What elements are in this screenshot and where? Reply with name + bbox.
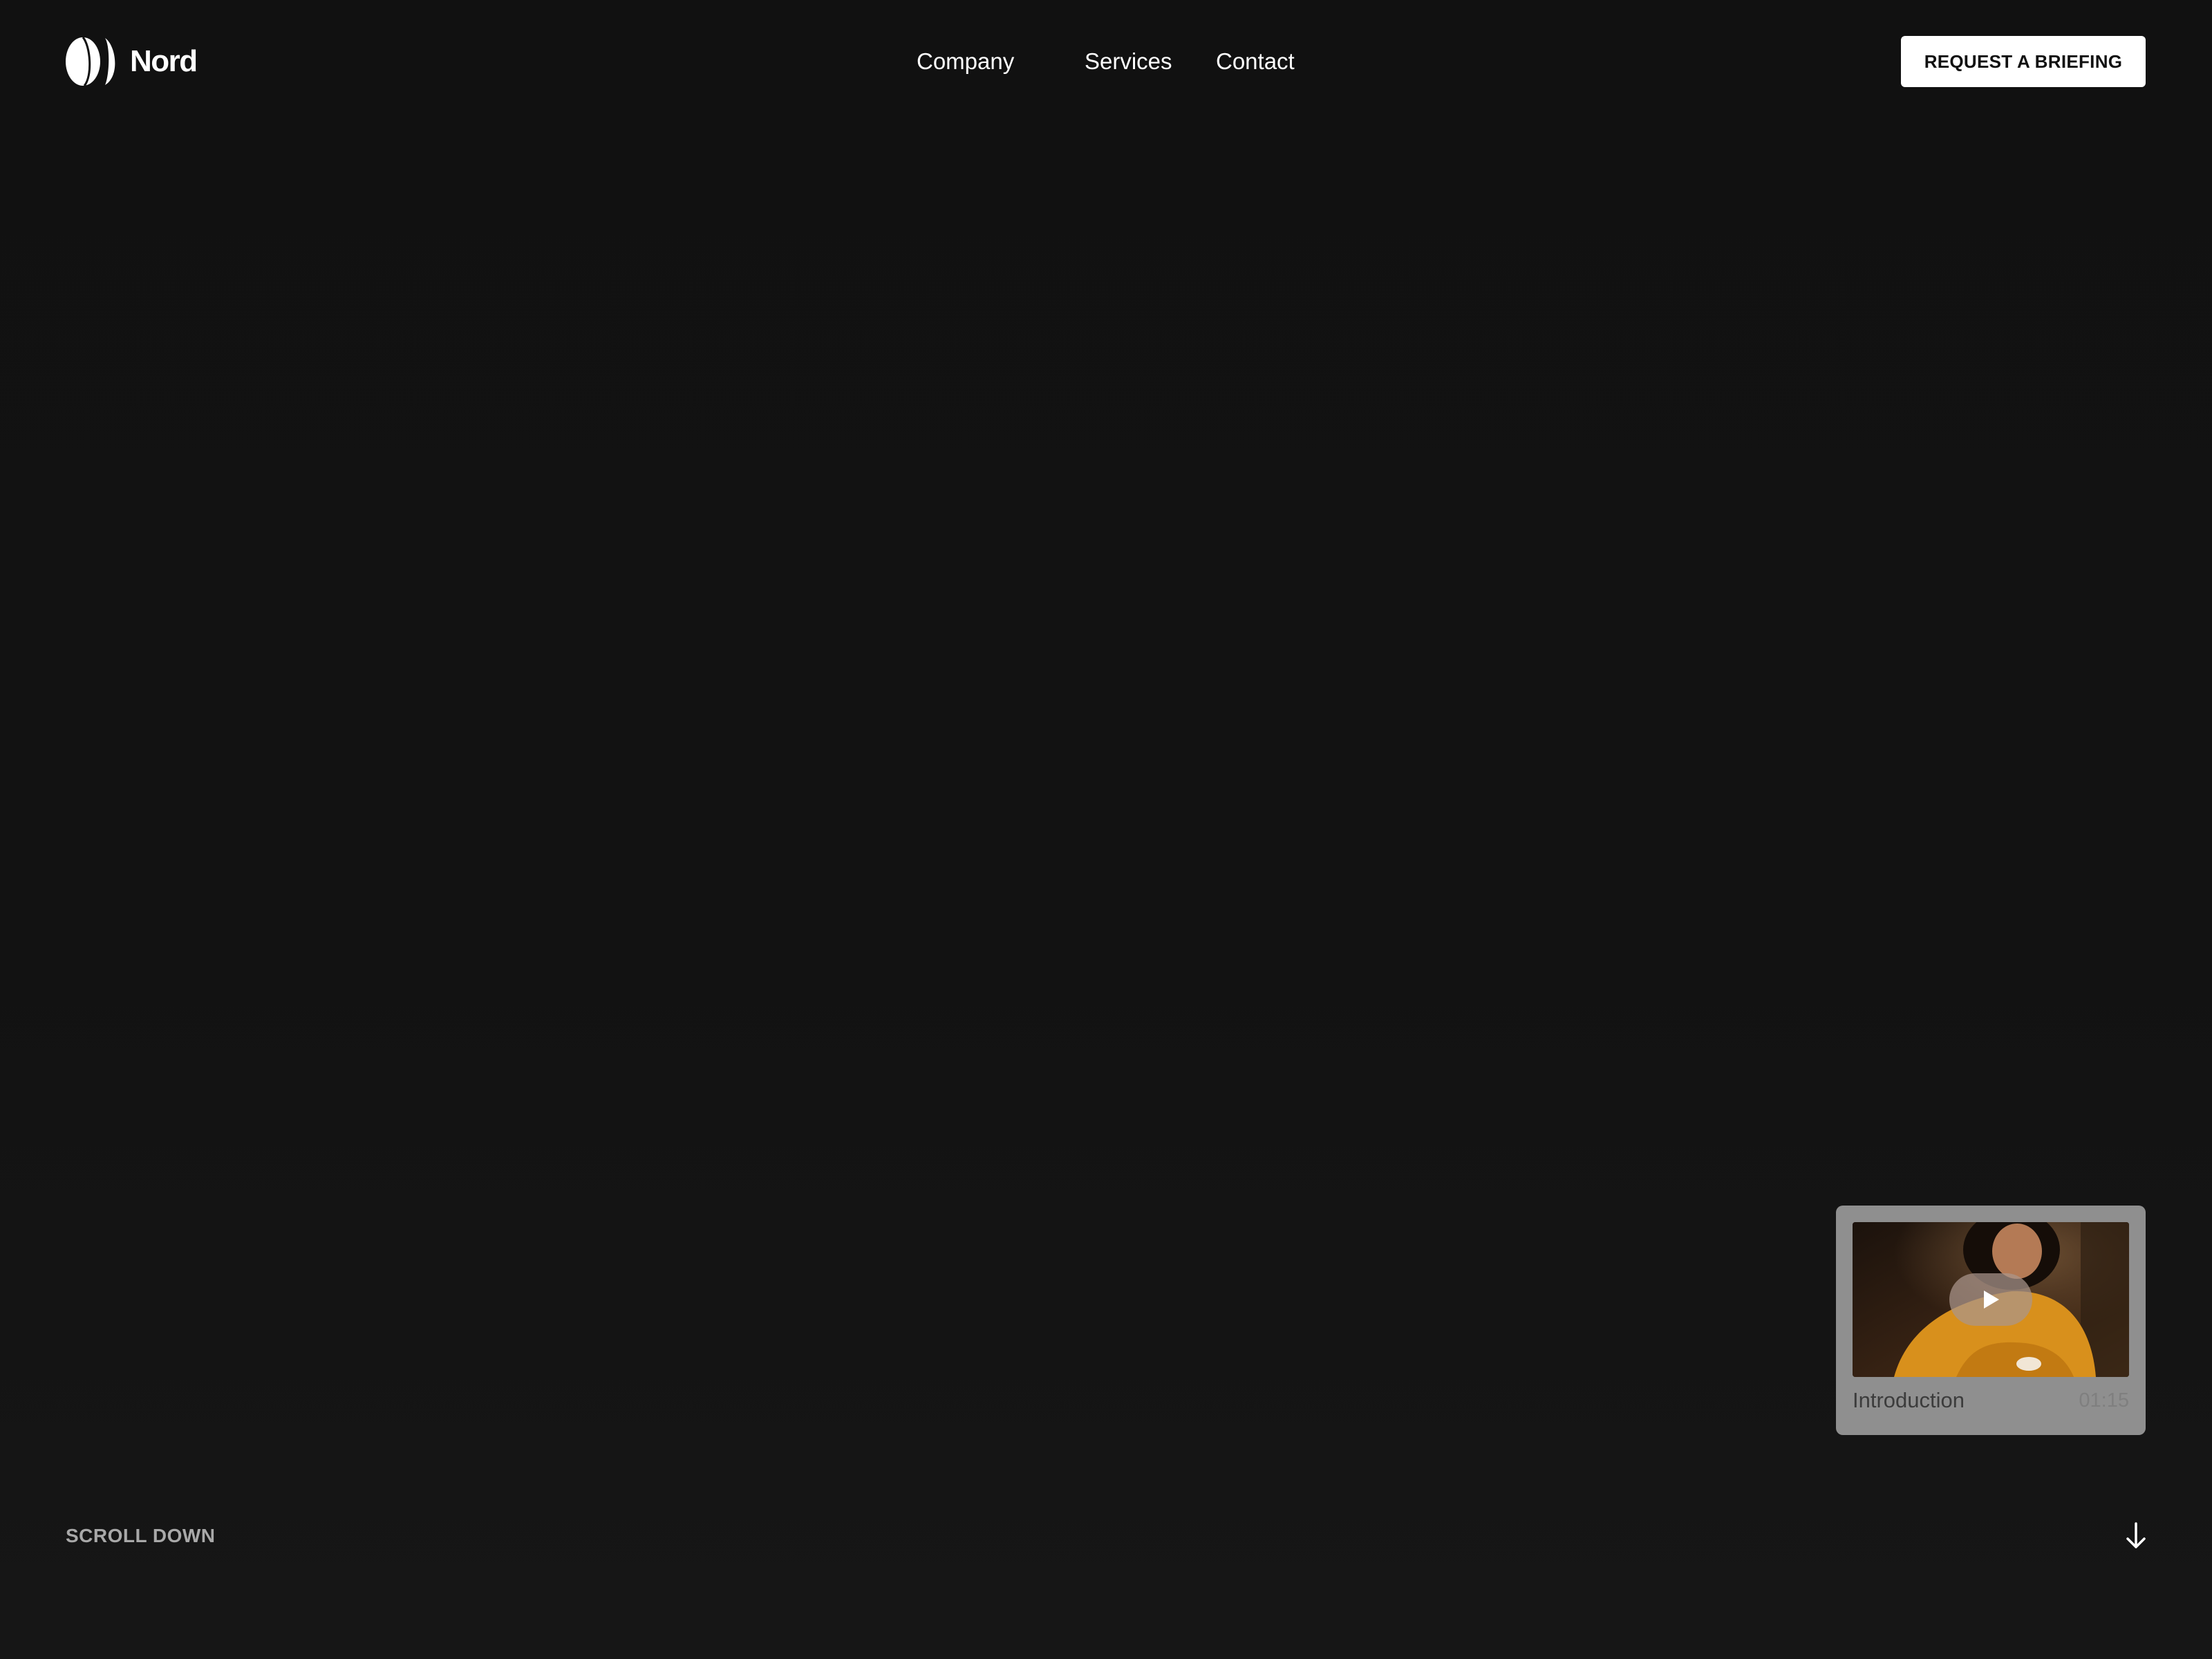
video-title: Introduction — [1853, 1388, 1965, 1412]
nav-item-company[interactable]: Company — [917, 46, 1014, 77]
scroll-down-button[interactable] — [2122, 1521, 2150, 1551]
video-thumbnail[interactable] — [1853, 1222, 2129, 1377]
video-duration: 01:15 — [2079, 1389, 2129, 1412]
nav-item-services[interactable]: Services — [1085, 46, 1172, 77]
play-icon — [1984, 1291, 1999, 1309]
request-briefing-label: REQUEST A BRIEFING — [1924, 50, 2123, 72]
nav-item-contact[interactable]: Contact — [1216, 46, 1295, 77]
request-briefing-button[interactable]: REQUEST A BRIEFING — [1901, 36, 2146, 87]
video-card[interactable]: Introduction 01:15 — [1836, 1206, 2146, 1435]
arrow-down-icon — [2126, 1522, 2146, 1548]
main-nav: Company Services Contact — [0, 46, 2212, 77]
scroll-down-label: SCROLL DOWN — [66, 1525, 216, 1546]
page: Nord Company Services Contact REQUEST A … — [0, 0, 2212, 1659]
play-button[interactable] — [1949, 1273, 2032, 1326]
site-header: Nord Company Services Contact REQUEST A … — [0, 0, 2212, 124]
